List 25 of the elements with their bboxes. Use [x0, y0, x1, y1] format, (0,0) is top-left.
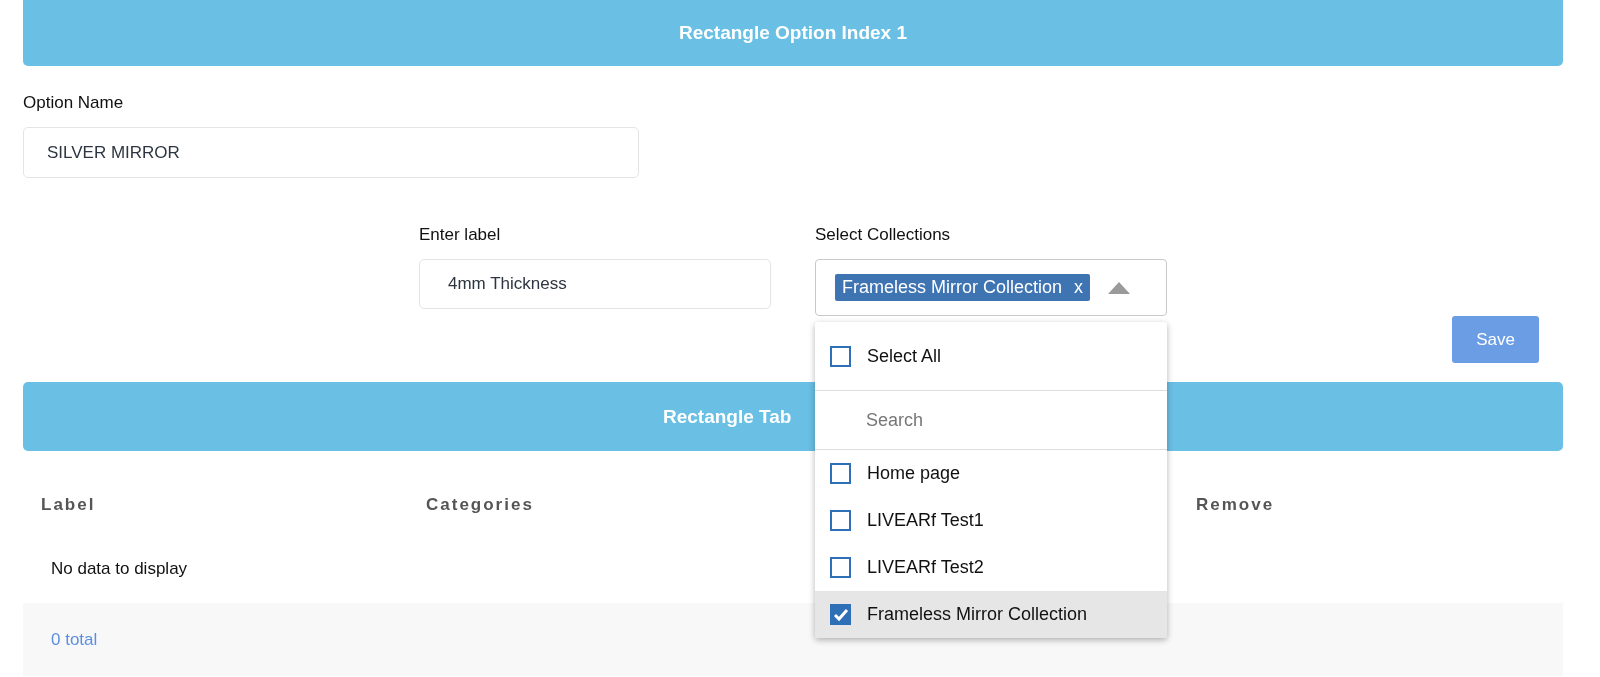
collection-option[interactable]: Home page: [815, 450, 1167, 497]
field-label: Option Name: [23, 93, 125, 113]
search-field[interactable]: Search: [815, 391, 1167, 450]
total-count: 0 total: [51, 629, 98, 650]
empty-message: No data to display: [51, 559, 188, 578]
collection-option[interactable]: LIVEARf Test2: [815, 544, 1167, 591]
option-name-field[interactable]: SILVER MIRROR: [23, 127, 639, 178]
column-header: Categories: [426, 495, 534, 515]
caret-icon[interactable]: [1108, 281, 1131, 294]
section-header: Rectangle Option Index 1: [23, 0, 1563, 66]
remove-tag-button[interactable]: x: [1074, 277, 1084, 298]
collection-option[interactable]: Frameless Mirror Collection: [815, 591, 1167, 638]
checkbox[interactable]: [830, 463, 851, 484]
field-label: Select Collections: [815, 225, 952, 245]
field-label: Enter label: [419, 225, 502, 245]
checkbox[interactable]: [830, 557, 851, 578]
checkbox[interactable]: [830, 345, 851, 367]
column-header: Label: [41, 495, 96, 515]
checkbox[interactable]: [830, 510, 851, 531]
checkbox[interactable]: [830, 604, 851, 625]
collection-tag: Frameless Mirror Collection x: [835, 274, 1091, 301]
column-header: Remove: [1196, 495, 1275, 515]
collections-select[interactable]: Frameless Mirror Collection x: [815, 259, 1167, 316]
collection-option[interactable]: LIVEARf Test1: [815, 497, 1167, 544]
label-field[interactable]: 4mm Thickness: [419, 259, 771, 309]
